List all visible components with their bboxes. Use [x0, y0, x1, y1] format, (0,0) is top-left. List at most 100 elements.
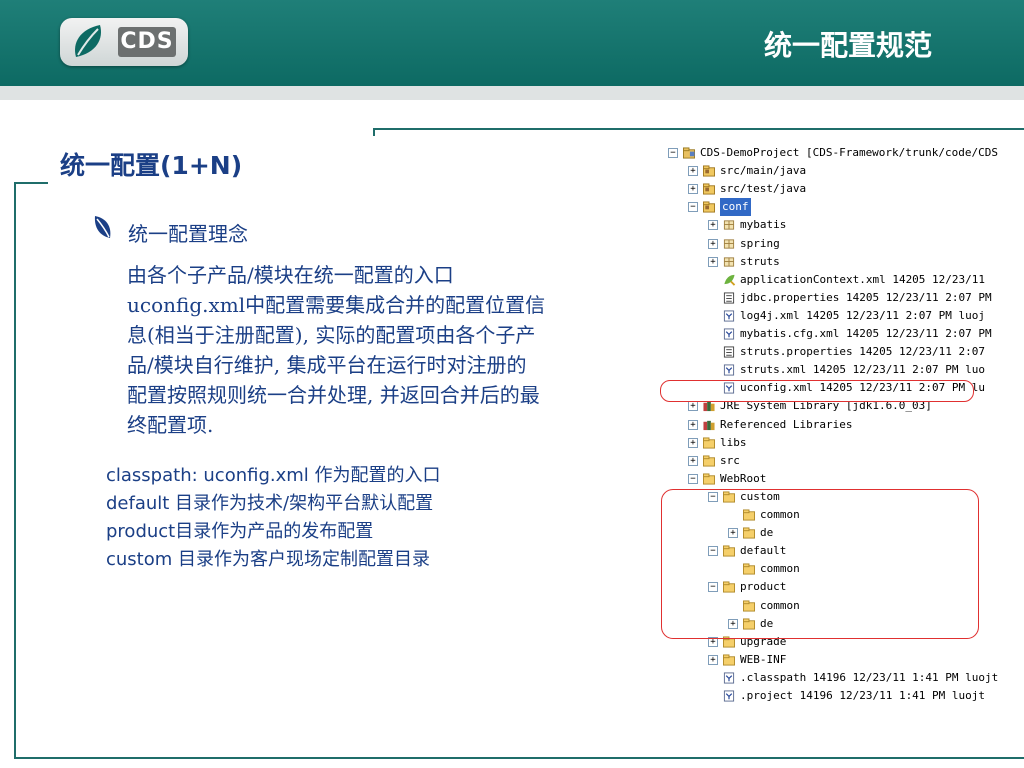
expand-toggle-icon[interactable]: +: [688, 419, 698, 430]
tree-item-label: log4j.xml 14205 12/23/11 2:07 PM luoj: [740, 308, 986, 322]
frame-line-bottom: [14, 757, 1024, 759]
header-underline: [0, 86, 1024, 100]
tree-row[interactable]: − WebRoot: [664, 470, 998, 488]
xml-file-icon: [723, 310, 735, 322]
tree-row[interactable]: mybatis.cfg.xml 14205 12/23/11 2:07 PM: [664, 325, 998, 343]
tree-item-label: .classpath 14196 12/23/11 1:41 PM luojt: [740, 670, 998, 684]
expand-toggle-icon[interactable]: +: [708, 238, 718, 249]
project-icon: [683, 147, 695, 159]
tree-item-label: jdbc.properties 14205 12/23/11 2:07 PM: [740, 290, 992, 304]
xml-file-icon: [723, 328, 735, 340]
package-icon: [723, 238, 735, 249]
list-item: default 目录作为技术/架构平台默认配置: [106, 493, 434, 514]
tree-item-label: src/test/java: [720, 182, 807, 196]
source-folder-icon: [703, 165, 715, 177]
header-bar: CDS 统一配置规范: [0, 0, 1024, 86]
tree-item-label: spring: [740, 236, 780, 250]
concept-heading: 统一配置理念: [128, 222, 248, 246]
list-item: custom 目录作为客户现场定制配置目录: [106, 549, 431, 570]
tree-row[interactable]: + libs: [664, 434, 998, 452]
uconfig-highlight-box: [660, 380, 974, 402]
expand-toggle-icon[interactable]: +: [688, 184, 698, 195]
frame-line-left-tick: [14, 182, 48, 184]
library-icon: [703, 402, 715, 412]
paragraph-line: uconfig.xml中配置需要集成合并的配置位置信: [127, 293, 546, 317]
tree-item-label: .project 14196 12/23/11 1:41 PM luojt: [740, 689, 986, 702]
paragraph-line: 由各个子产品/模块在统一配置的入口: [127, 263, 454, 287]
xml-file-icon: [723, 690, 735, 702]
description-paragraph: 由各个子产品/模块在统一配置的入口 uconfig.xml中配置需要集成合并的配…: [127, 260, 652, 440]
expand-toggle-icon[interactable]: +: [688, 401, 698, 412]
leaf-bullet-icon: [94, 216, 111, 238]
tree-row[interactable]: − CDS-DemoProject [CDS-Framework/trunk/co…: [664, 144, 998, 162]
expand-toggle-icon[interactable]: +: [688, 455, 698, 466]
tree-row[interactable]: − conf: [664, 198, 998, 217]
folder-icon: [703, 437, 715, 449]
library-icon: [703, 420, 715, 430]
expand-toggle-icon[interactable]: +: [708, 256, 718, 267]
properties-file-icon: [723, 292, 735, 304]
tree-row[interactable]: + struts: [664, 253, 998, 271]
tree-row[interactable]: jdbc.properties 14205 12/23/11 2:07 PM: [664, 289, 998, 307]
tree-row[interactable]: struts.properties 14205 12/23/11 2:07: [664, 343, 998, 361]
tree-item-label: struts.xml 14205 12/23/11 2:07 PM luo: [740, 363, 986, 377]
collapse-toggle-icon[interactable]: −: [688, 202, 698, 213]
paragraph-line: 终配置项.: [127, 413, 214, 437]
expand-toggle-icon[interactable]: +: [688, 437, 698, 448]
collapse-toggle-icon[interactable]: −: [668, 148, 678, 158]
properties-file-icon: [723, 346, 735, 358]
tree-row[interactable]: + mybatis: [664, 216, 998, 234]
collapse-toggle-icon[interactable]: −: [688, 473, 698, 484]
xml-file-icon: [723, 672, 735, 684]
tree-item-label: struts: [740, 254, 780, 268]
spring-file-icon: [724, 274, 736, 286]
tree-row[interactable]: .classpath 14196 12/23/11 1:41 PM luojt: [664, 669, 998, 687]
tree-item-label: src/main/java: [720, 164, 807, 178]
list-item: classpath: uconfig.xml 作为配置的入口: [106, 465, 441, 486]
leaf-logo-icon: [75, 25, 101, 57]
xml-file-icon: [723, 364, 735, 376]
directory-list: classpath: uconfig.xml 作为配置的入口 default 目…: [106, 462, 441, 574]
section-title: 统一配置(1+N): [60, 151, 243, 180]
tree-item-label: WebRoot: [720, 471, 767, 485]
logo-text: CDS: [118, 27, 176, 57]
frame-line-top: [373, 128, 1024, 130]
paragraph-line: 品/模块自行维护, 集成平台在运行时对注册的: [127, 353, 527, 377]
tree-item-label: applicationContext.xml 14205 12/23/11: [740, 272, 986, 286]
tree-row[interactable]: struts.xml 14205 12/23/11 2:07 PM luo: [664, 361, 998, 379]
source-folder-icon: [703, 183, 715, 195]
tree-item-label: struts.properties 14205 12/23/11 2:07: [740, 345, 986, 359]
tree-item-label: CDS-DemoProject [CDS-Framework/trunk/cod…: [700, 146, 998, 159]
tree-row[interactable]: + src: [664, 452, 998, 470]
frame-line-top-tick: [373, 128, 375, 136]
tree-row[interactable]: log4j.xml 14205 12/23/11 2:07 PM luoj: [664, 307, 998, 325]
expand-toggle-icon[interactable]: +: [708, 220, 718, 231]
cds-logo: CDS: [60, 18, 188, 66]
paragraph-line: 配置按照规则统一合并处理, 并返回合并后的最: [127, 383, 540, 407]
tree-row[interactable]: applicationContext.xml 14205 12/23/11: [664, 271, 998, 289]
tree-row[interactable]: + WEB-INF: [664, 651, 998, 669]
tree-item-label: mybatis: [740, 218, 787, 232]
package-icon: [723, 220, 735, 231]
tree-row[interactable]: + src/test/java: [664, 180, 998, 198]
tree-row[interactable]: + spring: [664, 235, 998, 253]
frame-line-left: [14, 182, 16, 758]
folder-icon: [723, 654, 735, 666]
tree-item-label: src: [720, 453, 740, 467]
tree-item-label: libs: [720, 435, 747, 449]
paragraph-line: 息(相当于注册配置), 实际的配置项由各个子产: [127, 323, 536, 347]
config-dirs-highlight-box: [661, 489, 979, 639]
page-title: 统一配置规范: [763, 29, 932, 62]
folder-icon: [703, 455, 715, 467]
expand-toggle-icon[interactable]: +: [688, 166, 698, 177]
folder-icon: [703, 473, 715, 485]
tree-row[interactable]: + src/main/java: [664, 162, 998, 180]
list-item: product目录作为产品的发布配置: [106, 521, 374, 542]
tree-row[interactable]: + Referenced Libraries: [664, 416, 998, 434]
tree-item-label: conf: [720, 198, 751, 217]
tree-row[interactable]: .project 14196 12/23/11 1:41 PM luojt: [664, 687, 998, 705]
source-folder-icon: [703, 201, 715, 213]
package-icon: [723, 256, 735, 267]
tree-item-label: WEB-INF: [740, 652, 787, 666]
expand-toggle-icon[interactable]: +: [708, 654, 718, 665]
